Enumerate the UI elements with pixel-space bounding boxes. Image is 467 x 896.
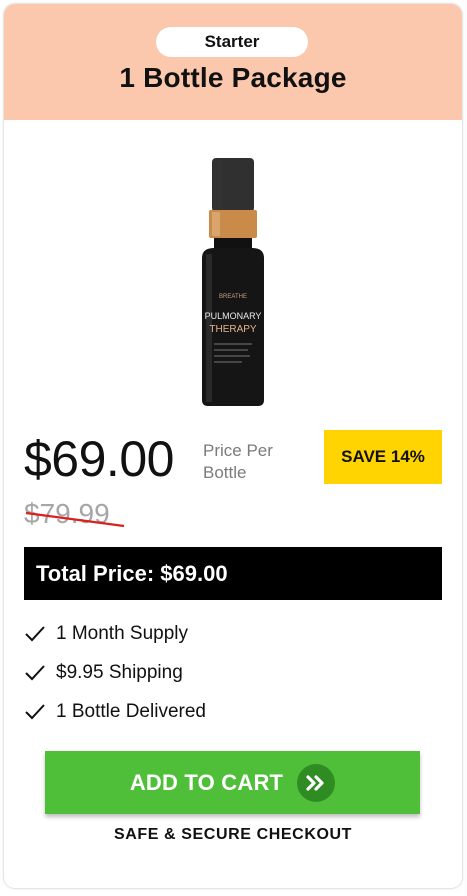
check-icon (25, 664, 45, 680)
feature-item: $9.95 Shipping (24, 653, 424, 692)
secure-checkout-text: SAFE & SECURE CHECKOUT (113, 826, 353, 843)
check-icon (25, 703, 45, 719)
product-bottle-image: BREATHE PULMONARY THERAPY (202, 158, 264, 406)
feature-text: $9.95 Shipping (56, 661, 183, 683)
add-to-cart-label: ADD TO CART (129, 769, 284, 795)
total-price-bar: Total Price: $69.00 (24, 547, 442, 600)
double-chevron-right-icon (297, 763, 336, 802)
strikethrough-line (25, 511, 125, 528)
package-card: Starter 1 Bottle Package BREATHE PULMONA… (3, 3, 463, 889)
bottle-name-line1: PULMONARY (205, 311, 262, 321)
add-to-cart-button[interactable]: ADD TO CART (45, 751, 420, 814)
check-icon (25, 625, 45, 641)
package-title: 1 Bottle Package (119, 62, 347, 93)
card-header: Starter 1 Bottle Package (4, 4, 462, 120)
price-per-bottle-label: Price Per Bottle (203, 441, 273, 482)
bottle-brand-text: BREATHE (219, 294, 247, 300)
feature-item: 1 Bottle Delivered (24, 692, 424, 731)
unit-price: $69.00 (24, 431, 174, 487)
save-badge: SAVE 14% (324, 430, 442, 484)
feature-text: 1 Bottle Delivered (56, 700, 206, 722)
feature-list: 1 Month Supply $9.95 Shipping 1 Bottle D… (24, 614, 424, 731)
bottle-name-line2: THERAPY (209, 324, 257, 335)
feature-text: 1 Month Supply (56, 622, 189, 644)
starter-badge: Starter (156, 27, 308, 57)
feature-item: 1 Month Supply (24, 614, 424, 653)
